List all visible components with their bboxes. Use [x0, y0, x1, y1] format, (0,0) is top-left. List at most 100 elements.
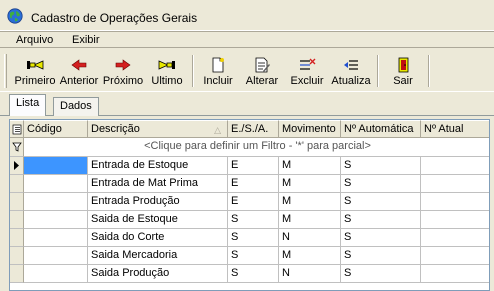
cell-esa[interactable]: S	[228, 265, 279, 283]
tab-dados[interactable]: Dados	[53, 97, 99, 116]
previous-record-icon	[71, 59, 87, 71]
column-header-codigo[interactable]: Código	[24, 120, 88, 138]
previous-button[interactable]: Anterior	[58, 53, 100, 89]
toolbar-separator	[377, 55, 379, 87]
cell-codigo[interactable]	[24, 157, 88, 175]
cell-numero-automatica[interactable]: S	[341, 175, 421, 193]
filter-hint[interactable]: <Clique para definir um Filtro - '*' par…	[24, 138, 489, 157]
exit-button[interactable]: Sair	[388, 53, 418, 89]
refresh-button[interactable]: Atualiza	[330, 53, 372, 89]
cell-descricao[interactable]: Entrada Produção	[88, 193, 228, 211]
cell-codigo[interactable]	[24, 211, 88, 229]
cell-numero-atual[interactable]	[421, 175, 489, 193]
new-document-icon	[212, 57, 224, 73]
title-bar: Cadastro de Operações Gerais	[0, 0, 494, 31]
cell-esa[interactable]: S	[228, 211, 279, 229]
column-header-descricao[interactable]: Descrição △	[88, 120, 228, 138]
cell-codigo[interactable]	[24, 265, 88, 283]
row-indicator[interactable]	[10, 157, 24, 175]
cell-descricao[interactable]: Saida de Estoque	[88, 211, 228, 229]
delete-button[interactable]: Excluir	[287, 53, 327, 89]
first-button[interactable]: Primeiro	[14, 53, 56, 89]
cell-numero-atual[interactable]	[421, 247, 489, 265]
menu-exibir[interactable]: Exibir	[70, 34, 102, 46]
cell-numero-automatica[interactable]: S	[341, 265, 421, 283]
menu-arquivo[interactable]: Arquivo	[14, 34, 55, 46]
column-chooser-icon[interactable]	[10, 120, 24, 138]
next-record-icon	[115, 59, 131, 71]
row-indicator[interactable]	[10, 247, 24, 265]
table-row[interactable]: Saida do Corte S N S	[10, 229, 489, 247]
cell-esa[interactable]: E	[228, 175, 279, 193]
toolbar-separator	[428, 55, 430, 87]
previous-label: Anterior	[59, 75, 99, 87]
cell-movimento[interactable]: M	[279, 211, 341, 229]
table-row[interactable]: Entrada de Estoque E M S	[10, 157, 489, 175]
cell-descricao[interactable]: Entrada de Estoque	[88, 157, 228, 175]
cell-numero-atual[interactable]	[421, 265, 489, 283]
last-record-icon	[158, 60, 175, 70]
last-button[interactable]: Ultimo	[148, 53, 186, 89]
cell-codigo[interactable]	[24, 193, 88, 211]
cell-esa[interactable]: E	[228, 157, 279, 175]
cell-numero-automatica[interactable]: S	[341, 157, 421, 175]
row-indicator[interactable]	[10, 265, 24, 283]
exit-door-icon	[398, 57, 409, 73]
column-header-movimento[interactable]: Movimento	[279, 120, 341, 138]
sort-ascending-icon: △	[214, 125, 221, 135]
current-row-arrow-icon	[14, 161, 19, 170]
cell-esa[interactable]: E	[228, 193, 279, 211]
column-header-numero-atual[interactable]: Nº Atual	[421, 120, 489, 138]
toolbar-separator	[192, 55, 194, 87]
cell-codigo[interactable]	[24, 175, 88, 193]
row-indicator[interactable]	[10, 193, 24, 211]
window-title: Cadastro de Operações Gerais	[31, 11, 198, 25]
column-header-esa[interactable]: E./S./A.	[228, 120, 279, 138]
edit-button[interactable]: Alterar	[242, 53, 282, 89]
cell-descricao[interactable]: Saida Mercadoria	[88, 247, 228, 265]
cell-movimento[interactable]: M	[279, 247, 341, 265]
cell-numero-automatica[interactable]: S	[341, 193, 421, 211]
next-button[interactable]: Próximo	[102, 53, 144, 89]
row-indicator[interactable]	[10, 211, 24, 229]
toolbar-grip[interactable]	[4, 54, 7, 88]
cell-numero-atual[interactable]	[421, 193, 489, 211]
cell-numero-automatica[interactable]: S	[341, 247, 421, 265]
table-row[interactable]: Entrada de Mat Prima E M S	[10, 175, 489, 193]
cell-movimento[interactable]: M	[279, 193, 341, 211]
table-row[interactable]: Saida Produção S N S	[10, 265, 489, 283]
cell-movimento[interactable]: N	[279, 229, 341, 247]
cell-numero-automatica[interactable]: S	[341, 211, 421, 229]
table-row[interactable]: Entrada Produção E M S	[10, 193, 489, 211]
cell-descricao[interactable]: Saida Produção	[88, 265, 228, 283]
new-button[interactable]: Incluir	[200, 53, 236, 89]
cell-descricao[interactable]: Saida do Corte	[88, 229, 228, 247]
column-header-numero-automatica[interactable]: Nº Automática	[341, 120, 421, 138]
cell-movimento[interactable]: M	[279, 157, 341, 175]
cell-numero-atual[interactable]	[421, 211, 489, 229]
cell-movimento[interactable]: N	[279, 265, 341, 283]
cell-codigo[interactable]	[24, 229, 88, 247]
tab-lista[interactable]: Lista	[9, 94, 47, 116]
table-row[interactable]: Saida de Estoque S M S	[10, 211, 489, 229]
first-record-icon	[27, 60, 44, 70]
operations-grid[interactable]: Código Descrição △ E./S./A. Movimento Nº…	[9, 119, 490, 291]
cell-descricao[interactable]: Entrada de Mat Prima	[88, 175, 228, 193]
cell-numero-automatica[interactable]: S	[341, 229, 421, 247]
menu-bar: Arquivo Exibir	[0, 31, 494, 48]
cell-numero-atual[interactable]	[421, 157, 489, 175]
list-icon	[12, 124, 22, 135]
tab-strip: Lista Dados	[0, 93, 494, 116]
cell-codigo[interactable]	[24, 247, 88, 265]
row-indicator[interactable]	[10, 175, 24, 193]
filter-row[interactable]: <Clique para definir um Filtro - '*' par…	[10, 138, 489, 157]
exit-label: Sair	[393, 75, 413, 87]
delete-label: Excluir	[290, 75, 324, 87]
cell-numero-atual[interactable]	[421, 229, 489, 247]
cell-esa[interactable]: S	[228, 229, 279, 247]
row-indicator[interactable]	[10, 229, 24, 247]
globe-icon	[7, 8, 23, 24]
cell-esa[interactable]: S	[228, 247, 279, 265]
table-row[interactable]: Saida Mercadoria S M S	[10, 247, 489, 265]
cell-movimento[interactable]: M	[279, 175, 341, 193]
